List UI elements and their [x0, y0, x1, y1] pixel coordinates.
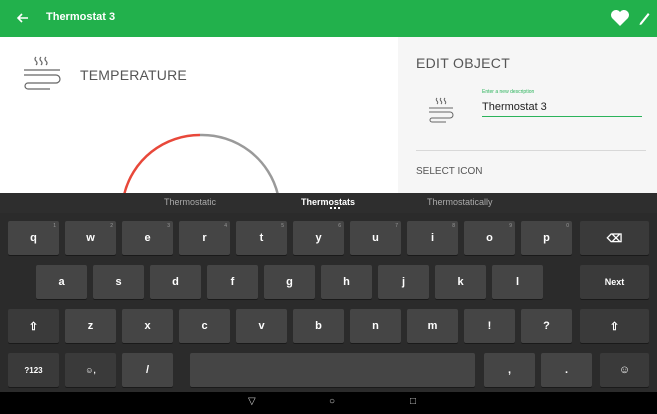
key-a[interactable]: a	[36, 265, 87, 299]
key-period[interactable]: .	[541, 353, 592, 387]
key-l[interactable]: l	[492, 265, 543, 299]
backspace-icon: ⌫	[606, 232, 623, 245]
input-underline	[482, 116, 642, 117]
key-comma[interactable]: ,	[484, 353, 535, 387]
select-icon-label[interactable]: SELECT ICON	[416, 166, 483, 177]
suggestion-item[interactable]: Thermostatically	[427, 197, 493, 207]
settings-key[interactable]: ☺,	[65, 353, 116, 387]
key-s[interactable]: s	[93, 265, 144, 299]
system-nav-bar: ▽ ○ □	[0, 392, 657, 414]
page-title: Thermostat 3	[46, 11, 116, 23]
heat-waves-icon	[24, 56, 61, 90]
key-p[interactable]: p0	[521, 221, 572, 255]
key-c[interactable]: c	[179, 309, 230, 343]
key-i[interactable]: i8	[407, 221, 458, 255]
key-u[interactable]: u7	[350, 221, 401, 255]
symbols-key[interactable]: ?123	[8, 353, 59, 387]
next-key[interactable]: Next	[580, 265, 649, 299]
key-q[interactable]: q1	[8, 221, 59, 255]
key-v[interactable]: v	[236, 309, 287, 343]
key-question[interactable]: ?	[521, 309, 572, 343]
more-dots	[330, 207, 340, 211]
edit-object-title: EDIT OBJECT	[416, 55, 511, 71]
object-preview-panel: TEMPERATURE	[0, 37, 398, 196]
shift-key-left[interactable]: ⇧	[8, 309, 59, 343]
key-d[interactable]: d	[150, 265, 201, 299]
key-j[interactable]: j	[378, 265, 429, 299]
divider	[416, 150, 646, 151]
key-n[interactable]: n	[350, 309, 401, 343]
nav-recent-icon[interactable]: □	[410, 396, 416, 407]
soft-keyboard: Thermostatic Thermostats Thermostaticall…	[0, 193, 657, 392]
key-f[interactable]: f	[207, 265, 258, 299]
key-h[interactable]: h	[321, 265, 372, 299]
key-z[interactable]: z	[65, 309, 116, 343]
key-k[interactable]: k	[435, 265, 486, 299]
key-slash[interactable]: /	[122, 353, 173, 387]
description-hint: Enter a new description	[482, 89, 535, 95]
temperature-gauge	[122, 133, 280, 196]
temperature-label: TEMPERATURE	[80, 67, 187, 83]
key-o[interactable]: o9	[464, 221, 515, 255]
key-y[interactable]: y6	[293, 221, 344, 255]
shift-key-right[interactable]: ⇧	[580, 309, 649, 343]
key-e[interactable]: e3	[122, 221, 173, 255]
backspace-key[interactable]: ⌫	[580, 221, 649, 255]
nav-home-icon[interactable]: ○	[329, 396, 335, 407]
key-t[interactable]: t5	[236, 221, 287, 255]
key-m[interactable]: m	[407, 309, 458, 343]
space-key[interactable]	[190, 353, 475, 387]
key-x[interactable]: x	[122, 309, 173, 343]
key-w[interactable]: w2	[65, 221, 116, 255]
key-g[interactable]: g	[264, 265, 315, 299]
suggestion-item[interactable]: Thermostatic	[164, 197, 216, 207]
key-exclamation[interactable]: !	[464, 309, 515, 343]
emoji-key[interactable]: ☺	[600, 353, 649, 387]
suggestion-strip: Thermostatic Thermostats Thermostaticall…	[0, 193, 657, 213]
heat-waves-icon[interactable]	[426, 95, 456, 125]
key-r[interactable]: r4	[179, 221, 230, 255]
nav-back-icon[interactable]: ▽	[248, 396, 256, 407]
edit-object-panel: EDIT OBJECT Enter a new description SELE…	[398, 37, 657, 193]
key-b[interactable]: b	[293, 309, 344, 343]
description-input[interactable]	[482, 101, 640, 113]
heart-icon[interactable]	[610, 9, 630, 27]
app-bar: Thermostat 3	[0, 0, 657, 37]
arrow-left-icon[interactable]	[14, 9, 32, 27]
pencil-icon[interactable]	[637, 10, 651, 26]
suggestion-item[interactable]: Thermostats	[301, 197, 355, 207]
